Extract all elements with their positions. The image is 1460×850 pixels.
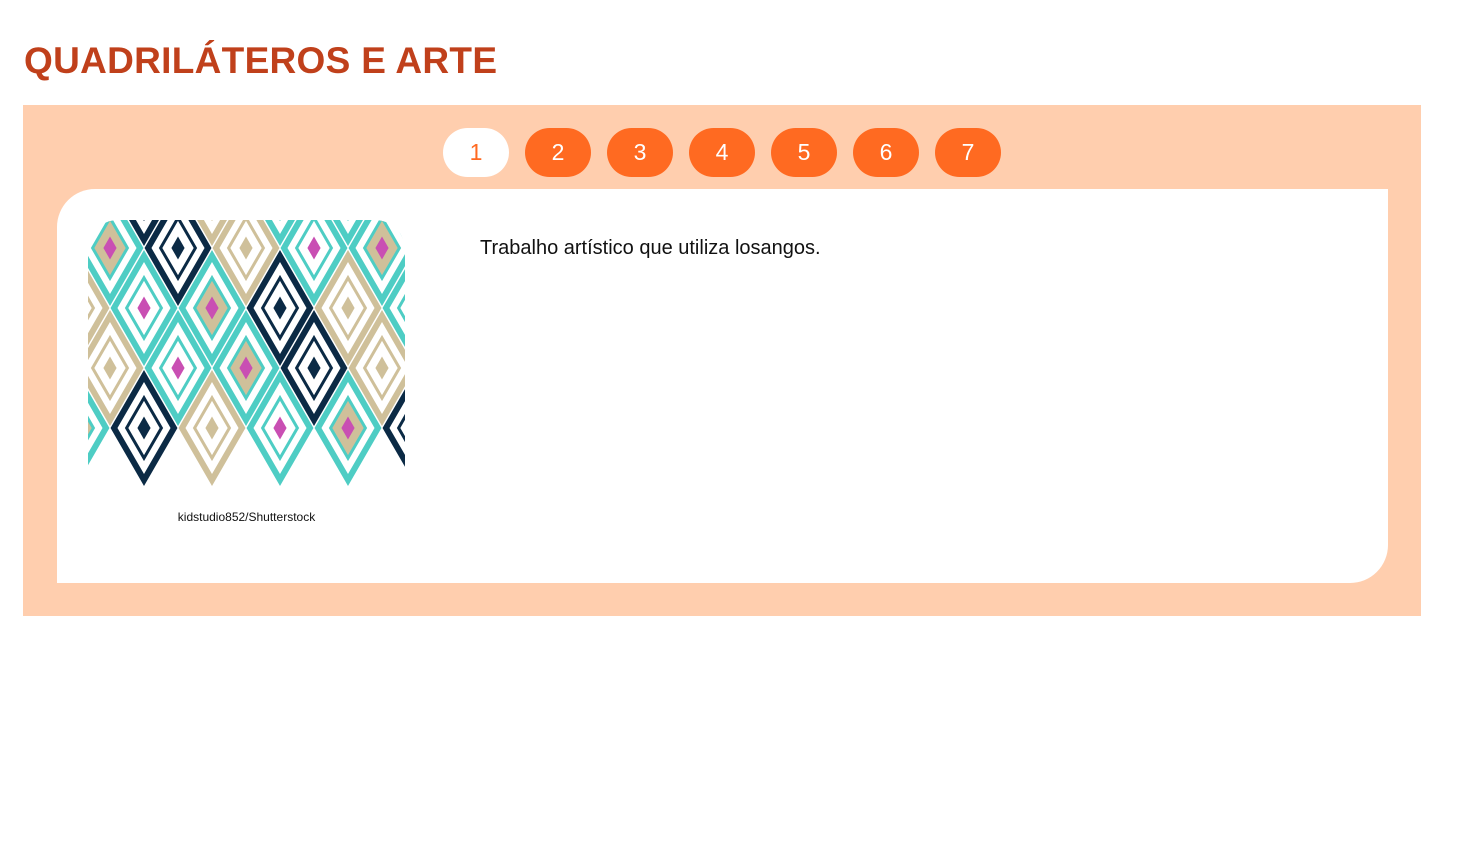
page-button-6[interactable]: 6	[853, 128, 919, 177]
rhombus-pattern-image	[88, 220, 405, 494]
slide-figure: kidstudio852/Shutterstock	[88, 220, 405, 524]
page-button-7[interactable]: 7	[935, 128, 1001, 177]
page-button-2[interactable]: 2	[525, 128, 591, 177]
page-title: QUADRILÁTEROS E ARTE	[24, 40, 498, 81]
image-credit: kidstudio852/Shutterstock	[177, 510, 316, 524]
page-button-3[interactable]: 3	[607, 128, 673, 177]
pagination: 1 2 3 4 5 6 7	[443, 128, 1003, 177]
slide-description: Trabalho artístico que utiliza losangos.	[480, 237, 821, 259]
page-button-5[interactable]: 5	[771, 128, 837, 177]
page-button-1[interactable]: 1	[443, 128, 509, 177]
page-button-4[interactable]: 4	[689, 128, 755, 177]
carousel: 1 2 3 4 5 6 7 kidstudio852/Shutterstock …	[23, 105, 1421, 616]
slide-card: kidstudio852/Shutterstock Trabalho artís…	[57, 189, 1388, 583]
